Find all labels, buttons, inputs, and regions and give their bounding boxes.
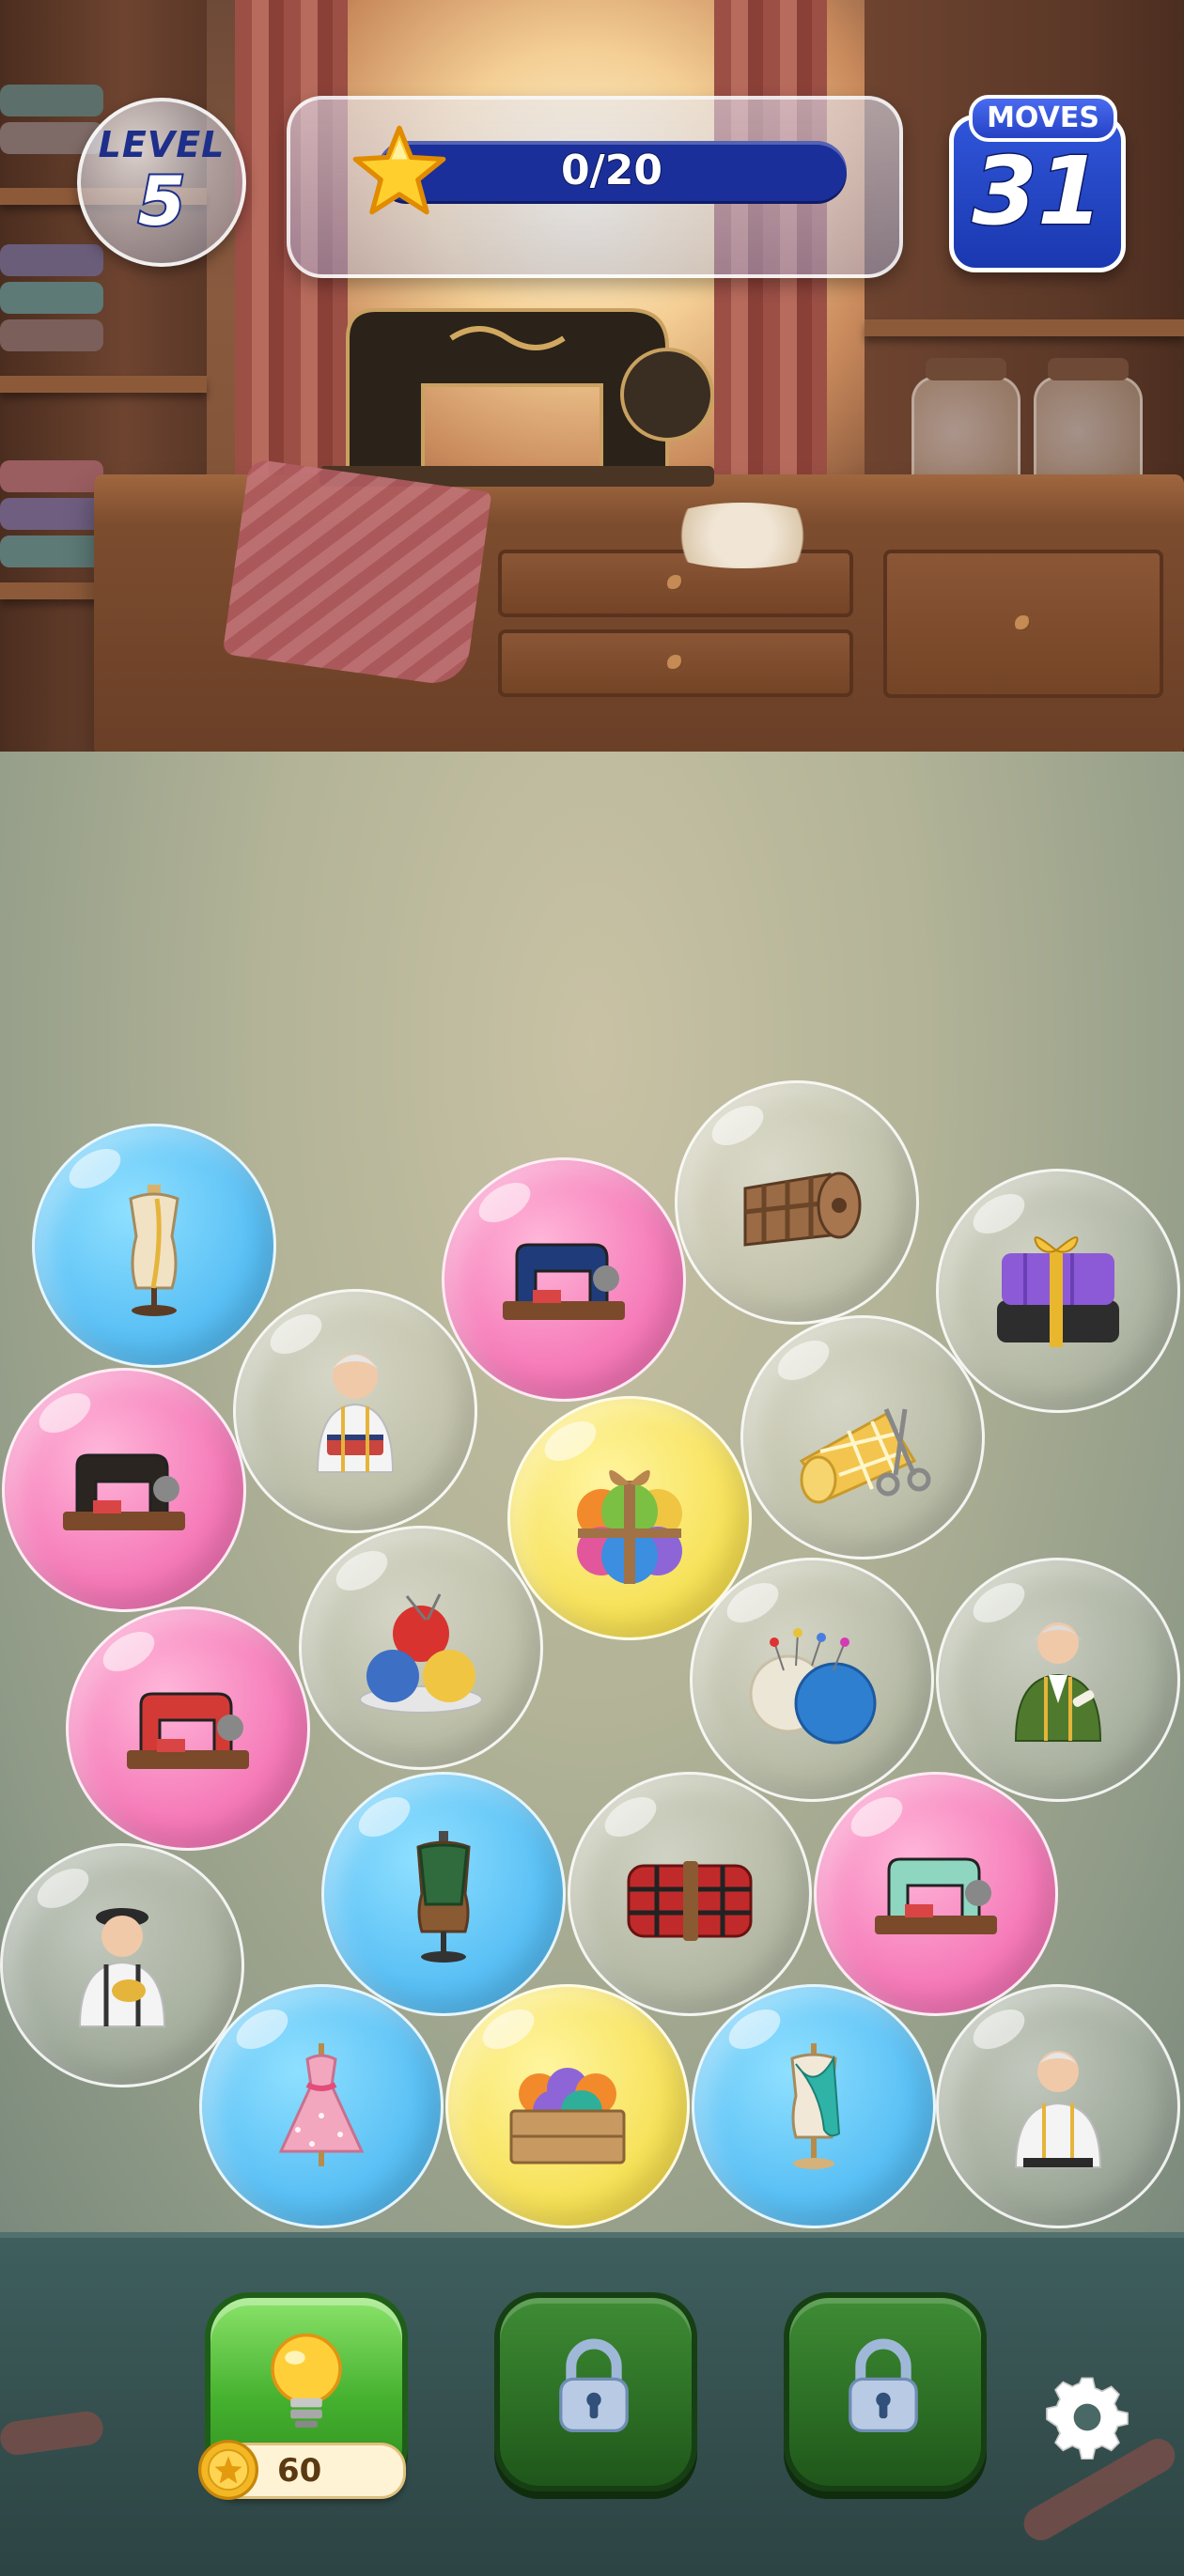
lock-icon <box>849 2338 918 2433</box>
locked-booster-2[interactable] <box>784 2292 987 2491</box>
bubble-grandma-tailor[interactable] <box>233 1289 477 1533</box>
coin-icon <box>197 2439 259 2501</box>
pin-yarn-icon <box>749 1628 877 1745</box>
bubble-vest-mannequin[interactable] <box>321 1772 566 2016</box>
bubble-tailor-woman[interactable] <box>936 1558 1180 1802</box>
bubble-sewing-machine[interactable] <box>66 1606 310 1851</box>
lock-icon <box>559 2338 629 2433</box>
sewing-machine-decor <box>319 308 714 487</box>
bubble-sewing-machine[interactable] <box>442 1157 686 1402</box>
hint-cost-value: 60 <box>277 2452 322 2490</box>
sewing-machine-icon <box>63 1453 185 1530</box>
bubble-yarn-basket[interactable] <box>299 1526 543 1770</box>
settings-gear-icon[interactable] <box>1045 2375 1129 2460</box>
tartan-roll-icon <box>627 1861 753 1941</box>
bubble-sewing-machine[interactable] <box>2 1368 246 1612</box>
locked-booster-1[interactable] <box>494 2292 697 2491</box>
grandma-tailor-icon <box>316 1354 395 1473</box>
bubble-pink-dress[interactable] <box>199 1984 444 2228</box>
moves-label: MOVES <box>969 95 1117 142</box>
old-tailor-icon <box>1014 2051 1102 2168</box>
bubble-scarf-mannequin[interactable] <box>692 1984 936 2228</box>
bubble-dress-form[interactable] <box>32 1124 276 1368</box>
sewing-machine-icon <box>127 1692 249 1769</box>
yarn-basket-icon <box>359 1593 483 1714</box>
bubble-pin-yarn[interactable] <box>690 1558 934 1802</box>
goal-progress-panel: 0/20 <box>287 96 903 278</box>
boy-tailor-icon <box>78 1908 166 2027</box>
bubble-tartan-roll[interactable] <box>568 1772 812 2016</box>
sewing-machine-icon <box>875 1857 997 1934</box>
moves-value: 31 <box>971 136 1104 246</box>
gift-fabric-icon <box>997 1236 1119 1347</box>
yarn-gift-icon <box>577 1469 682 1584</box>
level-label: LEVEL <box>98 124 226 165</box>
scarf-mannequin-icon <box>790 2043 841 2169</box>
draped-cloth <box>222 458 492 689</box>
lace-doily <box>648 503 836 568</box>
bubble-fabric-scissors[interactable] <box>740 1315 985 1560</box>
fabric-scissors-icon <box>799 1408 931 1504</box>
sewing-machine-icon <box>503 1243 625 1320</box>
pink-dress-icon <box>278 2043 365 2166</box>
fabric-roll-icon <box>743 1172 862 1247</box>
bubble-old-tailor[interactable] <box>936 1984 1180 2228</box>
lightbulb-icon <box>271 2333 342 2428</box>
level-indicator: LEVEL 5 <box>77 98 246 267</box>
yarn-crate-icon <box>509 2068 626 2165</box>
vest-mannequin-icon <box>416 1831 471 1963</box>
tailor-woman-icon <box>1014 1622 1102 1742</box>
bubble-sewing-machine[interactable] <box>814 1772 1058 2016</box>
moves-counter: MOVES 31 <box>949 95 1126 272</box>
bubble-gift-fabric[interactable] <box>936 1169 1180 1413</box>
bubble-boy-tailor[interactable] <box>0 1843 244 2087</box>
star-icon <box>352 125 446 215</box>
level-number: 5 <box>136 162 187 241</box>
dress-form-icon <box>129 1185 179 1316</box>
bubble-fabric-roll[interactable] <box>675 1080 919 1325</box>
bubble-yarn-crate[interactable] <box>445 1984 690 2228</box>
